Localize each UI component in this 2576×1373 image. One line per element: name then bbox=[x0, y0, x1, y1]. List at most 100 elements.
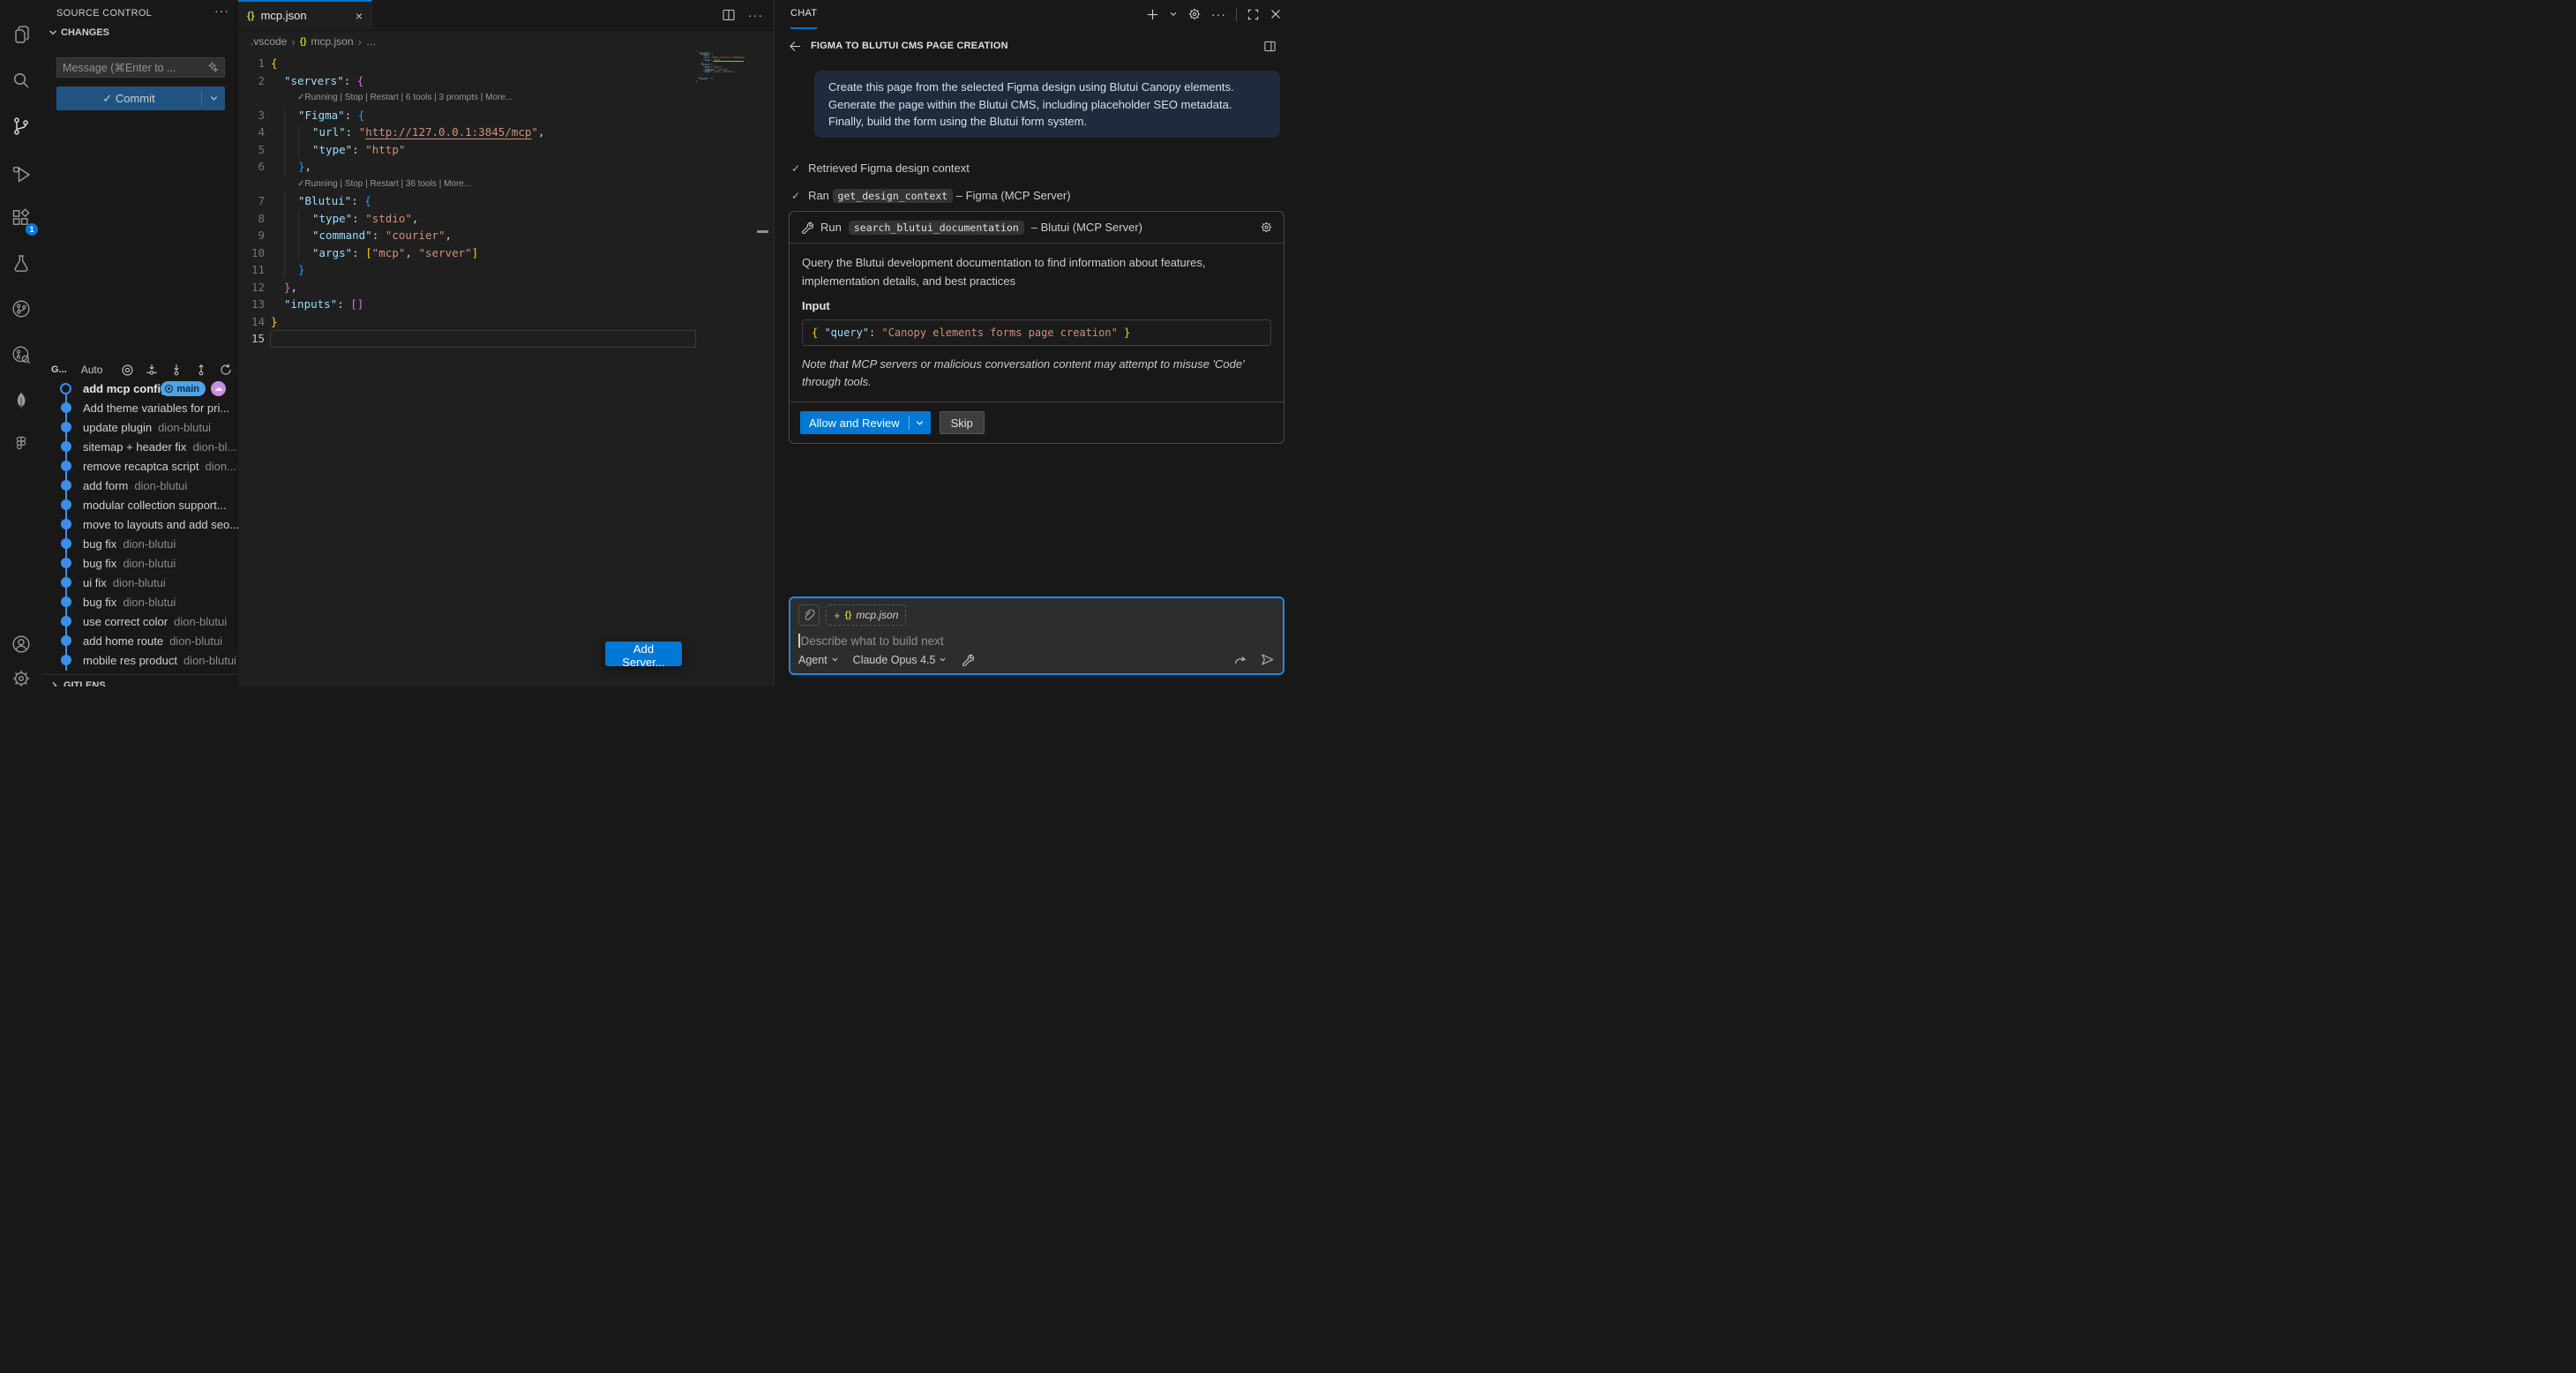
push-icon[interactable] bbox=[194, 363, 208, 377]
sparkle-icon[interactable] bbox=[206, 61, 219, 74]
commit-message-input[interactable]: Message (⌘Enter to ... bbox=[56, 57, 225, 78]
branch-badge-main[interactable]: main bbox=[161, 381, 206, 396]
context-attachment-chip[interactable]: + {} mcp.json bbox=[826, 604, 906, 626]
codelens-actions[interactable]: ✓Running | Stop | Restart | 36 tools | M… bbox=[238, 176, 696, 193]
cloud-badge-icon[interactable]: ☁ bbox=[211, 381, 226, 396]
maximize-panel-icon[interactable] bbox=[1247, 8, 1260, 21]
agent-step[interactable]: ✓ Ran get_design_context – Figma (MCP Se… bbox=[791, 189, 1071, 202]
open-chat-in-editor-icon[interactable] bbox=[1263, 40, 1277, 53]
target-icon[interactable] bbox=[120, 363, 134, 377]
commit-row[interactable]: bug fixdion-blutui bbox=[42, 592, 238, 611]
scm-graph-icon[interactable] bbox=[0, 288, 42, 330]
commit-row[interactable]: add home routedion-blutui bbox=[42, 631, 238, 650]
code-line[interactable]: 7"Blutui": { bbox=[238, 192, 696, 210]
model-selector[interactable]: Claude Opus 4.5 bbox=[853, 654, 947, 666]
mongodb-icon[interactable] bbox=[0, 379, 42, 422]
commit-row[interactable]: add mcp config...main☁ bbox=[42, 379, 238, 398]
minimap[interactable]: { "servers": { "Figma": { "url": "http:/… bbox=[696, 50, 751, 112]
chat-settings-icon[interactable] bbox=[1187, 7, 1202, 21]
commit-row[interactable]: Add theme variables for pri... bbox=[42, 398, 238, 417]
code-line[interactable]: 13"inputs": [] bbox=[238, 296, 696, 313]
skip-button[interactable]: Skip bbox=[940, 411, 985, 434]
code-line[interactable]: 5"type": "http" bbox=[238, 141, 696, 159]
commit-dropdown[interactable] bbox=[202, 94, 225, 103]
graph-section-header[interactable]: G... Auto · bbox=[48, 360, 236, 379]
commit-row[interactable]: update plugindion-blutui bbox=[42, 417, 238, 437]
code-line[interactable]: 3"Figma": { bbox=[238, 107, 696, 124]
new-chat-icon[interactable] bbox=[1146, 8, 1159, 21]
breadcrumb[interactable]: .vscode › {} mcp.json › … bbox=[251, 33, 377, 50]
code-line[interactable]: 6}, bbox=[238, 158, 696, 176]
code-line[interactable]: 2"servers": { bbox=[238, 72, 696, 90]
chat-input-box[interactable]: + {} mcp.json Describe what to build nex… bbox=[789, 596, 1284, 675]
overview-ruler-marker bbox=[757, 230, 768, 233]
explorer-icon[interactable] bbox=[0, 13, 42, 56]
tab-chat[interactable]: CHAT bbox=[790, 8, 817, 19]
allow-dropdown-icon[interactable] bbox=[910, 418, 931, 428]
commit-node bbox=[61, 616, 71, 626]
gitlens-section-header[interactable]: GITLENS bbox=[42, 674, 245, 686]
back-icon[interactable] bbox=[789, 40, 802, 53]
commit-branch: dion-blutui bbox=[183, 654, 236, 667]
pull-icon[interactable] bbox=[169, 363, 183, 377]
code-line[interactable]: 4"url": "http://127.0.0.1:3845/mcp", bbox=[238, 124, 696, 141]
code-line[interactable]: 12}, bbox=[238, 279, 696, 296]
security-note: Note that MCP servers or malicious conve… bbox=[802, 356, 1271, 391]
commit-row[interactable]: ui fixdion-blutui bbox=[42, 573, 238, 592]
code-editor[interactable]: 1{2"servers": {✓Running | Stop | Restart… bbox=[238, 55, 696, 348]
send-icon[interactable] bbox=[1260, 652, 1275, 667]
agent-step[interactable]: ✓ Retrieved Figma design context bbox=[791, 161, 970, 175]
commit-row[interactable]: sitemap + header fixdion-bl... bbox=[42, 437, 238, 456]
line-number: 1 bbox=[238, 56, 265, 70]
breadcrumb-more[interactable]: … bbox=[366, 35, 377, 48]
allow-and-review-button[interactable]: Allow and Review bbox=[800, 411, 931, 434]
testing-icon[interactable] bbox=[0, 243, 42, 285]
extensions-icon[interactable]: 1 bbox=[0, 197, 42, 239]
commit-row[interactable]: mobile res productdion-blutui bbox=[42, 650, 238, 670]
figma-icon[interactable] bbox=[0, 424, 42, 466]
codelens-actions[interactable]: ✓Running | Stop | Restart | 6 tools | 3 … bbox=[238, 89, 696, 107]
commit-row[interactable]: move to layouts and add seo... bbox=[42, 514, 238, 534]
changes-section-header[interactable]: CHANGES bbox=[48, 27, 109, 38]
source-control-icon[interactable] bbox=[0, 105, 42, 147]
code-line[interactable]: 10"args": ["mcp", "server"] bbox=[238, 244, 696, 262]
settings-icon[interactable] bbox=[0, 657, 42, 686]
commit-row[interactable]: modular collection support... bbox=[42, 495, 238, 514]
run-debug-icon[interactable] bbox=[0, 153, 42, 195]
commit-row[interactable]: bug fixdion-blutui bbox=[42, 534, 238, 553]
fetch-icon[interactable] bbox=[145, 363, 159, 377]
tab-mcp-json[interactable]: {} mcp.json × bbox=[238, 0, 372, 29]
commit-row[interactable]: use correct colordion-blutui bbox=[42, 611, 238, 631]
commit-node bbox=[61, 596, 71, 607]
attach-icon[interactable] bbox=[798, 604, 820, 626]
search-icon[interactable] bbox=[0, 59, 42, 101]
graph-repo-mode[interactable]: Auto bbox=[81, 364, 103, 376]
commit-row[interactable]: bug fixdion-blutui bbox=[42, 553, 238, 573]
chat-more-icon[interactable]: ··· bbox=[1211, 7, 1226, 21]
editor-more-icon[interactable]: ··· bbox=[748, 8, 763, 22]
tool-settings-icon[interactable] bbox=[1260, 221, 1273, 234]
code-line[interactable]: 9"command": "courier", bbox=[238, 227, 696, 244]
continue-arrow-icon[interactable] bbox=[1233, 653, 1247, 667]
refresh-icon[interactable] bbox=[219, 363, 233, 377]
tools-icon[interactable] bbox=[961, 653, 974, 666]
code-line[interactable]: 8"type": "stdio", bbox=[238, 210, 696, 228]
mode-selector[interactable]: Agent bbox=[798, 654, 839, 666]
new-chat-dropdown-icon[interactable] bbox=[1169, 10, 1178, 19]
tab-close-icon[interactable]: × bbox=[356, 9, 363, 23]
breadcrumb-file[interactable]: mcp.json bbox=[311, 35, 354, 48]
split-editor-icon[interactable] bbox=[722, 8, 736, 22]
code-line[interactable]: 15 bbox=[238, 330, 696, 348]
breadcrumb-folder[interactable]: .vscode bbox=[251, 35, 287, 48]
code-line[interactable]: 14} bbox=[238, 313, 696, 331]
add-server-button[interactable]: Add Server... bbox=[605, 641, 682, 666]
code-line[interactable]: 1{ bbox=[238, 55, 696, 72]
sidebar-more-icon[interactable]: ··· bbox=[214, 4, 229, 18]
commit-row[interactable]: remove recaptca scriptdion... bbox=[42, 456, 238, 476]
close-panel-icon[interactable] bbox=[1269, 8, 1282, 20]
commit-row[interactable]: add formdion-blutui bbox=[42, 476, 238, 495]
json-file-icon: {} bbox=[247, 11, 255, 21]
gitlens-icon[interactable] bbox=[0, 334, 42, 376]
code-line[interactable]: 11} bbox=[238, 261, 696, 279]
commit-button[interactable]: ✓ Commit bbox=[56, 86, 225, 110]
